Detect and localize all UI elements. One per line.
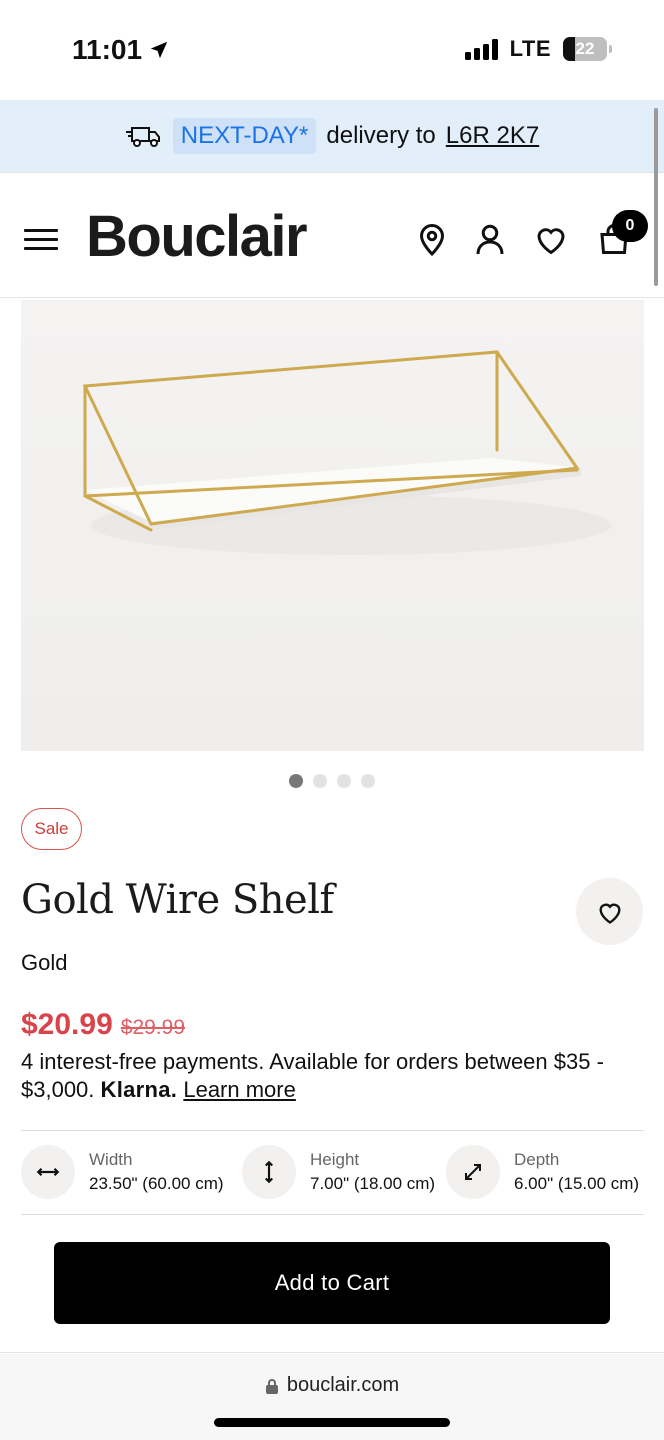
lock-icon [265, 1378, 278, 1394]
browser-url-bar[interactable]: bouclair.com [0, 1354, 664, 1440]
status-right: LTE 22 [464, 36, 612, 62]
dimension-label: Height [310, 1150, 360, 1169]
location-arrow-icon [150, 41, 168, 59]
dimension-value: 6.00" (15.00 cm) [514, 1174, 640, 1193]
logo[interactable]: Bouclair [86, 203, 308, 270]
dimension-label: Depth [514, 1150, 560, 1169]
klarna-brand: Klarna. [100, 1077, 178, 1102]
delivery-banner[interactable]: NEXT-DAY* delivery to L6R 2K7 [0, 100, 664, 172]
dimension-width: Width 23.50" (60.00 cm) [21, 1145, 224, 1199]
url-display[interactable]: bouclair.com [0, 1374, 664, 1397]
sale-price: $20.99 [21, 1008, 113, 1041]
add-to-cart-button[interactable]: Add to Cart [54, 1242, 610, 1324]
next-day-tag: NEXT-DAY* [172, 118, 317, 154]
diagonal-arrows-icon [465, 1164, 481, 1180]
time-text: 11:01 [72, 34, 143, 65]
klarna-message: 4 interest-free payments. Available for … [21, 1048, 651, 1104]
learn-more-link[interactable]: Learn more [183, 1077, 296, 1102]
battery-level: 22 [575, 39, 595, 58]
product-color: Gold [21, 950, 68, 975]
url-text: bouclair.com [286, 1374, 400, 1396]
product-title: Gold Wire Shelf [21, 877, 334, 923]
network-type: LTE [509, 36, 551, 61]
account-icon[interactable] [472, 221, 508, 257]
home-indicator[interactable] [214, 1418, 450, 1427]
dimension-value: 7.00" (18.00 cm) [310, 1174, 436, 1193]
gallery-pagination[interactable] [0, 774, 664, 788]
store-location-icon[interactable] [414, 221, 450, 257]
battery-icon: 22 [563, 37, 607, 61]
dimension-depth: Depth 6.00" (15.00 cm) [446, 1145, 639, 1199]
shelf-illustration [21, 300, 644, 751]
dimension-value: 23.50" (60.00 cm) [89, 1174, 224, 1193]
gallery-dot[interactable] [337, 774, 351, 788]
price-block: $20.99 $29.99 [21, 1008, 185, 1042]
wishlist-icon[interactable] [533, 221, 569, 257]
dimension-label: Width [89, 1150, 133, 1169]
dimension-height: Height 7.00" (18.00 cm) [242, 1145, 435, 1199]
product-image[interactable] [21, 300, 644, 751]
horizontal-arrows-icon [36, 1167, 60, 1177]
status-bar: 11:01 LTE 22 [0, 0, 664, 100]
gallery-dot[interactable] [289, 774, 303, 788]
status-time: 11:01 [72, 34, 170, 66]
delivery-text: delivery to [326, 122, 436, 149]
scrollbar[interactable] [654, 108, 658, 286]
add-to-wishlist-button[interactable] [576, 878, 643, 945]
heart-icon [598, 903, 621, 924]
site-header: Bouclair [0, 172, 664, 298]
menu-icon[interactable] [24, 229, 58, 256]
delivery-truck-icon [125, 127, 160, 147]
vertical-arrows-icon [264, 1160, 274, 1184]
gallery-dot[interactable] [361, 774, 375, 788]
sticky-cart-bar: Add to Cart [0, 1215, 664, 1353]
signal-icon [464, 38, 498, 60]
original-price: $29.99 [120, 1016, 185, 1039]
cart-count-badge[interactable]: 0 [612, 210, 648, 242]
sale-badge: Sale [21, 808, 82, 850]
dimensions-row: Width 23.50" (60.00 cm) Height 7.00" (18… [21, 1130, 644, 1215]
postal-code-link[interactable]: L6R 2K7 [446, 122, 539, 150]
gallery-dot[interactable] [313, 774, 327, 788]
